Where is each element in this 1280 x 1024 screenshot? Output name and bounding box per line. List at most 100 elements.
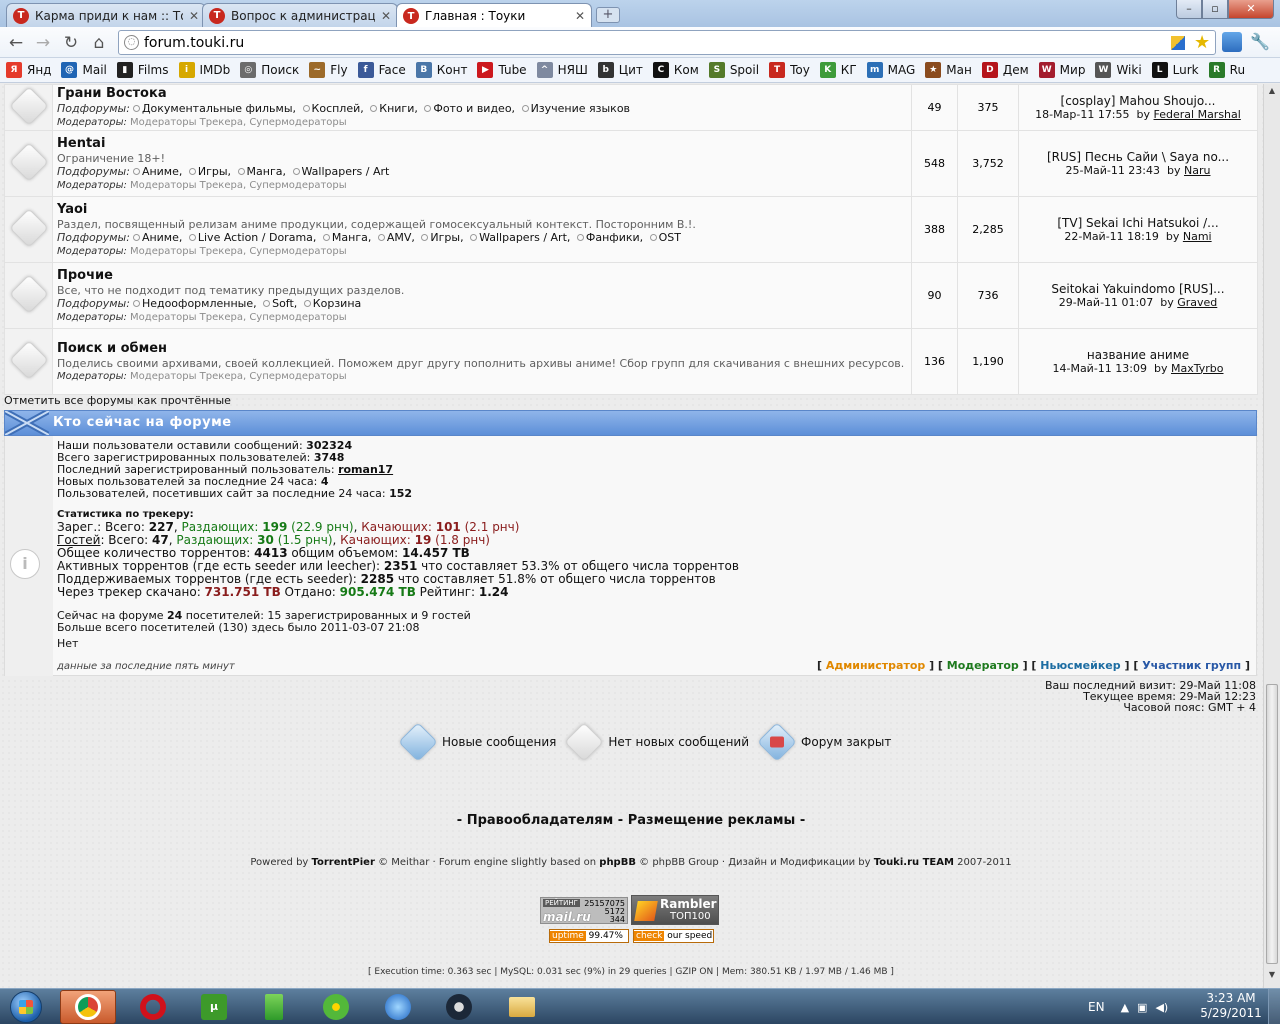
address-input[interactable]: [144, 33, 1164, 52]
maximize-button[interactable]: ▫: [1202, 0, 1228, 19]
show-desktop-button[interactable]: [1268, 989, 1280, 1024]
extension-mail-icon[interactable]: [1222, 32, 1242, 52]
scroll-down-arrow-icon[interactable]: ▼: [1266, 970, 1278, 984]
subforum-link[interactable]: Манга,: [332, 231, 371, 244]
mailru-counter[interactable]: РЕЙТИНГ 25157075 mail.ru 5172 344: [540, 897, 628, 924]
reload-button[interactable]: ↻: [60, 32, 82, 54]
bookmark-item[interactable]: ◎ Поиск: [240, 62, 299, 78]
moderators-list[interactable]: Модераторы Трекера, Супермодераторы: [130, 371, 347, 382]
moderators-list[interactable]: Модераторы Трекера, Супермодераторы: [130, 246, 347, 257]
close-tab-icon[interactable]: ✕: [381, 9, 391, 23]
taskbar-steam[interactable]: [431, 990, 487, 1024]
browser-tab-2[interactable]: T Вопрос к администраци... ✕: [202, 3, 398, 27]
guests-link[interactable]: Гостей: [57, 533, 100, 547]
uptime-badge[interactable]: uptime 99.47%: [549, 929, 629, 943]
extension-icon[interactable]: [1171, 36, 1185, 50]
taskbar-itunes[interactable]: [370, 990, 426, 1024]
subforum-link[interactable]: Wallpapers / Art,: [479, 231, 570, 244]
bookmark-item[interactable]: S Spoil: [708, 62, 759, 78]
subforum-link[interactable]: Корзина: [313, 297, 361, 310]
network-icon[interactable]: ▣: [1137, 1001, 1147, 1014]
bookmark-item[interactable]: R Ru: [1208, 62, 1245, 78]
close-tab-icon[interactable]: ✕: [189, 9, 199, 23]
taskbar-clock[interactable]: 3:23 AM 5/29/2011: [1196, 991, 1266, 1021]
last-post-user-link[interactable]: Nami: [1183, 230, 1212, 243]
new-tab-button[interactable]: +: [596, 7, 620, 23]
bookmark-item[interactable]: m MAG: [866, 62, 915, 78]
bookmark-item[interactable]: ~ Fly: [309, 62, 348, 78]
subforum-link[interactable]: Фото и видео,: [433, 102, 515, 115]
subforum-link[interactable]: Косплей,: [312, 102, 364, 115]
bookmark-item[interactable]: b Цит: [597, 62, 643, 78]
taskbar-explorer[interactable]: [494, 990, 550, 1024]
address-bar[interactable]: ◌ ★: [118, 30, 1216, 55]
forward-button[interactable]: →: [32, 32, 54, 54]
bookmark-item[interactable]: W Мир: [1038, 62, 1085, 78]
taskbar-app-4[interactable]: [246, 990, 302, 1024]
language-indicator[interactable]: EN: [1088, 1000, 1105, 1014]
forum-title-link[interactable]: Yaoi: [57, 202, 907, 218]
bookmark-item[interactable]: ★ Ман: [925, 62, 972, 78]
last-post-user-link[interactable]: Graved: [1177, 296, 1217, 309]
bookmark-star-icon[interactable]: ★: [1194, 32, 1210, 53]
last-post-title-link[interactable]: название аниме: [1022, 348, 1254, 362]
last-post-title-link[interactable]: [TV] Sekai Ichi Hatsukoi /...: [1022, 216, 1254, 230]
last-post-user-link[interactable]: Naru: [1184, 164, 1210, 177]
tray-expand-icon[interactable]: ▲: [1121, 1001, 1129, 1014]
subforum-link[interactable]: AMV,: [387, 231, 415, 244]
volume-icon[interactable]: ◀): [1155, 1001, 1168, 1014]
moderators-list[interactable]: Модераторы Трекера, Супермодераторы: [130, 180, 347, 191]
taskbar-chrome[interactable]: [60, 990, 116, 1024]
subforum-link[interactable]: Soft,: [272, 297, 297, 310]
browser-tab-3-active[interactable]: T Главная : Тоуки ✕: [396, 3, 592, 28]
subforum-link[interactable]: Аниме,: [142, 231, 182, 244]
bookmark-item[interactable]: В Конт: [415, 62, 467, 78]
subforum-link[interactable]: Wallpapers / Art: [302, 165, 390, 178]
last-post-user-link[interactable]: Federal Marshal: [1154, 108, 1241, 121]
subforum-link[interactable]: Манга,: [247, 165, 286, 178]
bookmark-item[interactable]: C Ком: [652, 62, 699, 78]
page-scrollbar[interactable]: ▲ ▼: [1263, 84, 1280, 988]
scrollbar-thumb[interactable]: [1266, 684, 1278, 964]
start-button[interactable]: [2, 989, 52, 1024]
back-button[interactable]: ←: [5, 32, 27, 54]
close-tab-icon[interactable]: ✕: [575, 9, 585, 23]
newest-user-link[interactable]: roman17: [338, 463, 393, 476]
wrench-icon[interactable]: 🔧: [1250, 32, 1270, 51]
advertising-link[interactable]: Размещение рекламы: [628, 813, 796, 828]
copyright-holders-link[interactable]: Правообладателям: [467, 813, 614, 828]
subforum-link[interactable]: Аниме,: [142, 165, 182, 178]
forum-title-link[interactable]: Прочие: [57, 268, 907, 284]
taskbar-utorrent[interactable]: μ: [186, 990, 242, 1024]
bookmark-item[interactable]: Я Янд: [6, 62, 51, 78]
last-post-title-link[interactable]: [RUS] Песнь Сайи \ Saya no...: [1022, 150, 1254, 164]
subforum-link[interactable]: Недооформленные,: [142, 297, 257, 310]
bookmark-item[interactable]: D Дем: [981, 62, 1029, 78]
bookmark-item[interactable]: L Lurk: [1151, 62, 1199, 78]
forum-title-link[interactable]: Поиск и обмен: [57, 341, 907, 357]
subforum-link[interactable]: Фанфики,: [586, 231, 643, 244]
last-post-title-link[interactable]: [cosplay] Mahou Shoujo...: [1022, 94, 1254, 108]
bookmark-item[interactable]: i IMDb: [178, 62, 230, 78]
subforum-link[interactable]: Документальные фильмы,: [142, 102, 296, 115]
minimize-button[interactable]: –: [1176, 0, 1202, 19]
taskbar-icq[interactable]: [308, 990, 364, 1024]
bookmark-item[interactable]: ^ НЯШ: [536, 62, 588, 78]
last-post-title-link[interactable]: Seitokai Yakuindomo [RUS]...: [1022, 282, 1254, 296]
browser-tab-1[interactable]: T Карма приди к нам :: То... ✕: [6, 3, 206, 27]
subforum-link[interactable]: OST: [659, 231, 681, 244]
bookmark-item[interactable]: f Face: [357, 62, 406, 78]
forum-title-link[interactable]: Грани Востока: [57, 86, 907, 102]
last-post-user-link[interactable]: MaxTyrbo: [1171, 362, 1224, 375]
torrentpier-link[interactable]: TorrentPier: [312, 857, 375, 868]
phpbb-link[interactable]: phpBB: [599, 857, 636, 868]
moderators-list[interactable]: Модераторы Трекера, Супермодераторы: [130, 117, 347, 128]
bookmark-item[interactable]: T Toy: [769, 62, 810, 78]
speed-check-badge[interactable]: check our speed: [633, 929, 714, 943]
close-window-button[interactable]: ✕: [1228, 0, 1274, 19]
taskbar-opera[interactable]: [125, 990, 181, 1024]
team-link[interactable]: Touki.ru TEAM: [874, 857, 954, 868]
rambler-top100-counter[interactable]: Rambler ТОП100: [631, 895, 719, 925]
bookmark-item[interactable]: ▮ Films: [116, 62, 169, 78]
bookmark-item[interactable]: W Wiki: [1095, 62, 1142, 78]
